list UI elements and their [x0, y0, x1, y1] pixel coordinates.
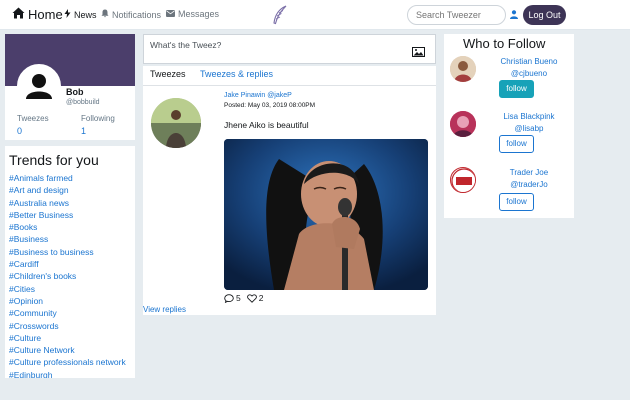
follow-button[interactable]: follow: [499, 193, 534, 211]
tweezes-stat-count[interactable]: 0: [17, 126, 22, 136]
avatar[interactable]: [450, 111, 476, 137]
trends-panel: Trends for you #Animals farmed #Art and …: [5, 146, 135, 378]
tab-tweezes[interactable]: Tweezes: [150, 69, 186, 79]
reply-count: 5: [236, 293, 241, 303]
suggested-user-handle[interactable]: @traderJo: [484, 180, 574, 189]
tab-tweezes-and-replies[interactable]: Tweezes & replies: [200, 69, 273, 79]
trend-link[interactable]: #Opinion: [9, 295, 131, 307]
bell-icon: [101, 9, 109, 20]
notifications-link[interactable]: Notifications: [101, 9, 161, 20]
trend-link[interactable]: #Children's books: [9, 270, 131, 282]
home-link[interactable]: Home: [12, 7, 63, 22]
trend-link[interactable]: #Culture Network: [9, 344, 131, 356]
trend-link[interactable]: #Animals farmed: [9, 172, 131, 184]
trend-link[interactable]: #Better Business: [9, 209, 131, 221]
notifications-label: Notifications: [112, 9, 162, 20]
trend-link[interactable]: #Culture: [9, 332, 131, 344]
following-stat-label: Following: [81, 114, 115, 123]
follow-button[interactable]: follow: [499, 80, 534, 98]
envelope-icon: [166, 9, 175, 19]
trend-link[interactable]: #Books: [9, 221, 131, 233]
following-stat-count[interactable]: 1: [81, 126, 86, 136]
feed: Tweezes Tweezes & replies Jake Pinawin @…: [143, 66, 436, 315]
bolt-icon: [64, 9, 71, 20]
logout-button[interactable]: Log Out: [523, 5, 566, 25]
trend-link[interactable]: #Community: [9, 307, 131, 319]
tweet-timestamp: Posted: May 03, 2019 08:00PM: [224, 102, 316, 109]
profile-card: Bob @bobbuild Tweezes 0 Following 1: [5, 34, 135, 140]
who-to-follow-title: Who to Follow: [463, 36, 546, 51]
feather-logo-icon[interactable]: [269, 4, 291, 26]
home-label: Home: [28, 7, 63, 22]
profile-handle: @bobbuild: [66, 99, 100, 106]
home-icon: [12, 7, 25, 22]
who-to-follow-panel: Who to Follow Christian Bueno @cjbueno f…: [444, 34, 574, 218]
tweet-avatar[interactable]: [151, 98, 201, 148]
like-action[interactable]: 2: [246, 293, 264, 303]
tweezes-stat-label: Tweezes: [17, 114, 49, 123]
tweet-author[interactable]: Jake Pinawin @jakeP: [224, 92, 292, 99]
reply-action[interactable]: 5: [224, 293, 241, 303]
avatar[interactable]: [450, 56, 476, 82]
profile-name[interactable]: Bob: [66, 87, 84, 97]
news-link[interactable]: News: [64, 9, 97, 20]
image-icon[interactable]: [412, 47, 425, 59]
tweet-text: Jhene Aiko is beautiful: [224, 120, 309, 130]
suggested-user-name[interactable]: Christian Bueno: [484, 57, 574, 66]
view-replies-link[interactable]: View replies: [143, 305, 186, 314]
feed-tabs: Tweezes Tweezes & replies: [143, 66, 436, 86]
trend-link[interactable]: #Culture professionals network: [9, 356, 131, 368]
suggested-user-handle[interactable]: @cjbueno: [484, 69, 574, 78]
suggested-user-handle[interactable]: @lisabp: [484, 124, 574, 133]
suggested-user-name[interactable]: Lisa Blackpink: [484, 112, 574, 121]
trend-link[interactable]: #Australia news: [9, 197, 131, 209]
tweet-actions: 5 2: [224, 293, 263, 303]
avatar[interactable]: [450, 167, 476, 193]
news-label: News: [74, 9, 97, 20]
user-icon[interactable]: [510, 10, 518, 21]
navbar: Home News Notifications Messages Log Out: [0, 0, 630, 30]
follow-button[interactable]: follow: [499, 135, 534, 153]
avatar[interactable]: [17, 64, 61, 108]
trend-link[interactable]: #Business: [9, 233, 131, 245]
search-input[interactable]: [407, 5, 506, 25]
trend-link[interactable]: #Cities: [9, 283, 131, 295]
compose-box[interactable]: What's the Tweez?: [143, 34, 436, 64]
messages-label: Messages: [178, 9, 220, 19]
trends-title: Trends for you: [9, 152, 99, 168]
trend-link[interactable]: #Business to business: [9, 246, 131, 258]
trend-link[interactable]: #Crosswords: [9, 320, 131, 332]
comment-icon: [224, 293, 234, 303]
messages-link[interactable]: Messages: [166, 9, 219, 19]
trend-link[interactable]: #Cardiff: [9, 258, 131, 270]
trend-link[interactable]: #Art and design: [9, 184, 131, 196]
suggested-user-name[interactable]: Trader Joe: [484, 168, 574, 177]
tweet-photo[interactable]: [224, 139, 428, 290]
heart-icon: [246, 293, 257, 303]
compose-placeholder: What's the Tweez?: [150, 40, 222, 50]
trend-link[interactable]: #Edinburgh: [9, 369, 131, 378]
like-count: 2: [258, 293, 264, 303]
